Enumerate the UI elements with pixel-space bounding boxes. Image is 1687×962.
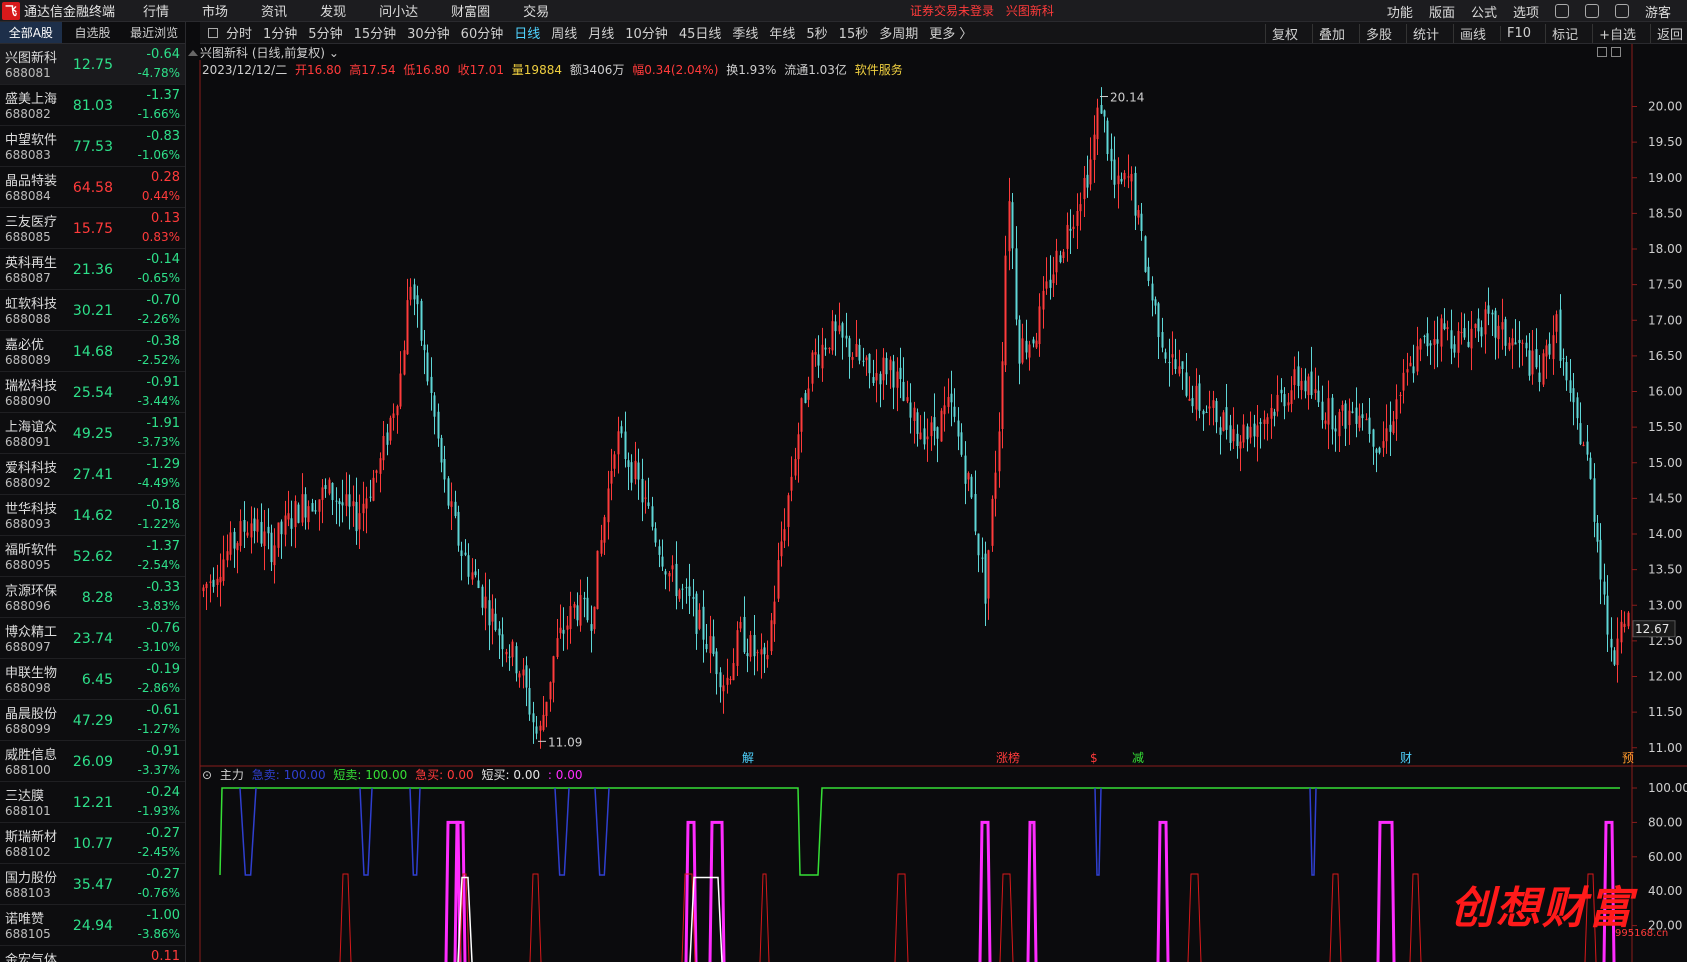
price-tick-label: 11.00 bbox=[1648, 741, 1682, 755]
event-marker: 预 bbox=[1622, 751, 1634, 765]
buy-signal-pulse bbox=[1156, 820, 1170, 962]
price-tick-label: 18.50 bbox=[1648, 206, 1682, 220]
urgent-buy-pulse bbox=[339, 873, 352, 962]
price-tick-label: 19.00 bbox=[1648, 171, 1682, 185]
urgent-buy-pulse bbox=[1409, 873, 1422, 962]
price-tick-label: 19.50 bbox=[1648, 135, 1682, 149]
price-tick-label: 16.50 bbox=[1648, 349, 1682, 363]
price-tick-label: 17.00 bbox=[1648, 313, 1682, 327]
buy-signal-pulse bbox=[1026, 820, 1038, 962]
event-marker: 涨榜 bbox=[996, 750, 1020, 765]
price-tick-label: 14.50 bbox=[1648, 491, 1682, 505]
urgent-buy-pulse bbox=[1329, 873, 1342, 962]
price-tick-label: 18.00 bbox=[1648, 242, 1682, 256]
urgent-sell-dip bbox=[1094, 787, 1102, 876]
event-marker: $ bbox=[1090, 751, 1098, 765]
price-tick-label: 20.00 bbox=[1648, 100, 1682, 114]
urgent-buy-pulse bbox=[999, 873, 1014, 962]
indicator-tick-label: 80.00 bbox=[1648, 815, 1682, 829]
buy-signal-pulse bbox=[978, 820, 992, 962]
buy-signal-pulse bbox=[1376, 820, 1396, 962]
indicator-tick-label: 60.00 bbox=[1648, 850, 1682, 864]
urgent-buy-pulse bbox=[529, 873, 542, 962]
price-tick-label: 12.00 bbox=[1648, 670, 1682, 684]
price-tick-label: 15.00 bbox=[1648, 456, 1682, 470]
watermark-url: 995168.cn bbox=[1615, 928, 1669, 939]
price-tick-label: 16.00 bbox=[1648, 385, 1682, 399]
price-tick-label: 11.50 bbox=[1648, 705, 1682, 719]
urgent-buy-pulse bbox=[894, 873, 909, 962]
urgent-sell-dip bbox=[1309, 787, 1317, 876]
event-marker: 减 bbox=[1132, 751, 1144, 765]
current-price-label: 12.67 bbox=[1635, 622, 1669, 636]
price-tick-label: 14.00 bbox=[1648, 527, 1682, 541]
kline-chart[interactable]: 20.00 19.50 19.00 18.50 18.00 17.50 17.00 16.50… bbox=[0, 0, 1687, 962]
price-tick-label: 13.50 bbox=[1648, 563, 1682, 577]
urgent-sell-dip bbox=[554, 787, 570, 876]
event-marker: 解 bbox=[742, 751, 754, 765]
price-tick-label: 13.00 bbox=[1648, 598, 1682, 612]
indicator-tick-label: 100.00 bbox=[1648, 781, 1687, 795]
urgent-buy-pulse bbox=[759, 873, 770, 962]
urgent-sell-dip bbox=[594, 787, 610, 876]
price-tick-label: 17.50 bbox=[1648, 278, 1682, 292]
price-tick-label: 15.50 bbox=[1648, 420, 1682, 434]
urgent-sell-dip bbox=[239, 787, 257, 876]
urgent-sell-dip bbox=[359, 787, 373, 876]
max-price-label: 20.14 bbox=[1110, 91, 1144, 105]
event-marker: 财 bbox=[1400, 751, 1412, 765]
urgent-buy-pulse bbox=[1187, 873, 1202, 962]
urgent-sell-dip bbox=[409, 787, 421, 876]
short-sell-line bbox=[219, 787, 1620, 876]
buy-signal-pulse bbox=[708, 820, 726, 962]
indicator-tick-label: 40.00 bbox=[1648, 884, 1682, 898]
watermark-logo: 创想财富 bbox=[1450, 883, 1634, 934]
min-price-label: 11.09 bbox=[548, 735, 582, 749]
